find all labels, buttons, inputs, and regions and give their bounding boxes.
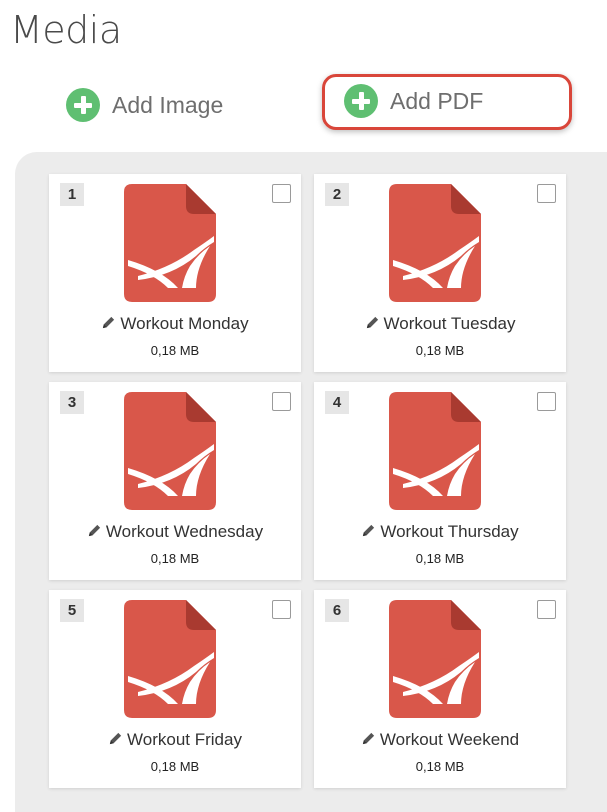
media-tile-1[interactable]: 1 Workout Monday 0,18 MB	[49, 174, 301, 372]
tile-file-size: 0,18 MB	[150, 343, 200, 358]
plus-circle-icon	[66, 88, 100, 122]
tile-number: 4	[325, 391, 349, 414]
pencil-icon[interactable]	[365, 315, 380, 330]
tile-file-size: 0,18 MB	[150, 759, 200, 774]
media-tile-6[interactable]: 6 Workout Weekend 0,18 MB	[314, 590, 566, 788]
tile-name[interactable]: Workout Tuesday	[314, 314, 566, 334]
pdf-file-icon	[124, 392, 216, 510]
tile-number: 6	[325, 599, 349, 622]
tile-name-text: Workout Tuesday	[383, 314, 516, 333]
tile-select-checkbox[interactable]	[272, 184, 291, 203]
tile-file-size: 0,18 MB	[150, 551, 200, 566]
tile-number: 5	[60, 599, 84, 622]
tile-name[interactable]: Workout Weekend	[314, 730, 566, 750]
tile-name[interactable]: Workout Monday	[49, 314, 301, 334]
add-pdf-label: Add PDF	[390, 87, 484, 114]
tile-file-size: 0,18 MB	[415, 759, 465, 774]
add-image-button[interactable]: Add Image	[66, 88, 223, 122]
tile-select-checkbox[interactable]	[537, 184, 556, 203]
tile-number: 1	[60, 183, 84, 206]
tile-file-size: 0,18 MB	[415, 551, 465, 566]
media-tile-3[interactable]: 3 Workout Wednesday 0,18 MB	[49, 382, 301, 580]
pdf-file-icon	[389, 184, 481, 302]
tile-name[interactable]: Workout Friday	[49, 730, 301, 750]
media-tile-5[interactable]: 5 Workout Friday 0,18 MB	[49, 590, 301, 788]
media-tile-2[interactable]: 2 Workout Tuesday 0,18 MB	[314, 174, 566, 372]
tile-name-text: Workout Friday	[127, 730, 242, 749]
tile-name-text: Workout Weekend	[379, 730, 520, 749]
pencil-icon[interactable]	[361, 523, 376, 538]
tile-name[interactable]: Workout Thursday	[314, 522, 566, 542]
page-title: Media	[10, 8, 122, 52]
tile-name-text: Workout Thursday	[380, 522, 519, 541]
tile-select-checkbox[interactable]	[272, 392, 291, 411]
pencil-icon[interactable]	[87, 523, 102, 538]
media-tile-4[interactable]: 4 Workout Thursday 0,18 MB	[314, 382, 566, 580]
tile-name[interactable]: Workout Wednesday	[49, 522, 301, 542]
tile-select-checkbox[interactable]	[537, 392, 556, 411]
tile-number: 2	[325, 183, 349, 206]
tile-file-size: 0,18 MB	[415, 343, 465, 358]
pencil-icon[interactable]	[101, 315, 116, 330]
add-image-label: Add Image	[112, 91, 224, 118]
pencil-icon[interactable]	[108, 731, 123, 746]
pdf-file-icon	[389, 392, 481, 510]
pdf-file-icon	[389, 600, 481, 718]
tile-name-text: Workout Monday	[120, 314, 249, 333]
add-pdf-button[interactable]: Add PDF	[344, 84, 483, 118]
pdf-file-icon	[124, 600, 216, 718]
pdf-file-icon	[124, 184, 216, 302]
tile-number: 3	[60, 391, 84, 414]
tile-select-checkbox[interactable]	[272, 600, 291, 619]
pencil-icon[interactable]	[361, 731, 376, 746]
tile-select-checkbox[interactable]	[537, 600, 556, 619]
plus-circle-icon	[344, 84, 378, 118]
tile-name-text: Workout Wednesday	[105, 522, 264, 541]
